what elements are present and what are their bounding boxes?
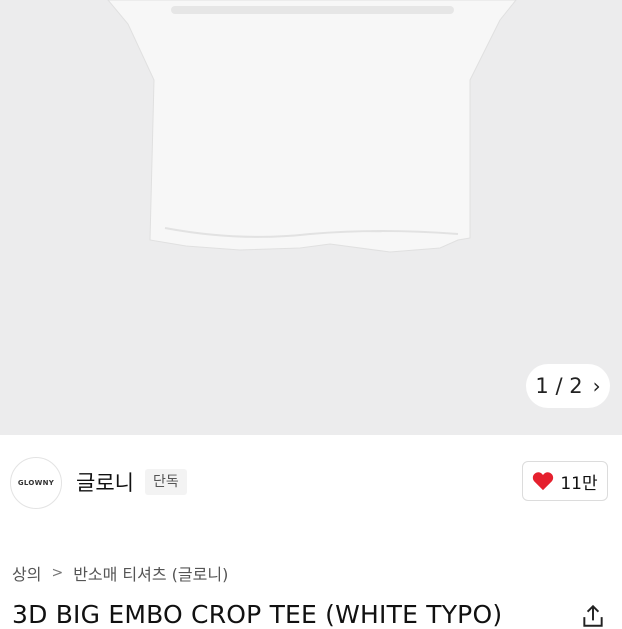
brand-logo-text: GLOWNY (17, 479, 55, 487)
brand-row: GLOWNY 글로니 단독 11만 (0, 435, 622, 525)
gallery-pager[interactable]: 1 / 2 › (526, 364, 610, 408)
breadcrumb-category[interactable]: 상의 (12, 561, 41, 585)
share-icon[interactable] (580, 603, 606, 629)
product-title: 3D BIG EMBO CROP TEE (WHITE TYPO) (12, 600, 503, 629)
product-image (107, 0, 517, 253)
heart-icon (533, 472, 554, 491)
like-count: 11만 (560, 473, 598, 494)
exclusive-badge: 단독 (145, 469, 187, 495)
brand-logo[interactable]: GLOWNY (10, 457, 62, 509)
like-button[interactable]: 11만 (522, 461, 608, 501)
chevron-right-icon[interactable]: › (593, 376, 601, 396)
breadcrumb-subcategory[interactable]: 반소매 티셔츠 (글로니) (73, 561, 228, 585)
product-image-gallery[interactable]: 1 / 2 › (0, 0, 622, 435)
breadcrumb: 상의 > 반소매 티셔츠 (글로니) (12, 561, 228, 585)
chevron-right-icon: > (51, 565, 64, 581)
pager-text: 1 / 2 (535, 374, 583, 398)
brand-name[interactable]: 글로니 (76, 467, 134, 497)
